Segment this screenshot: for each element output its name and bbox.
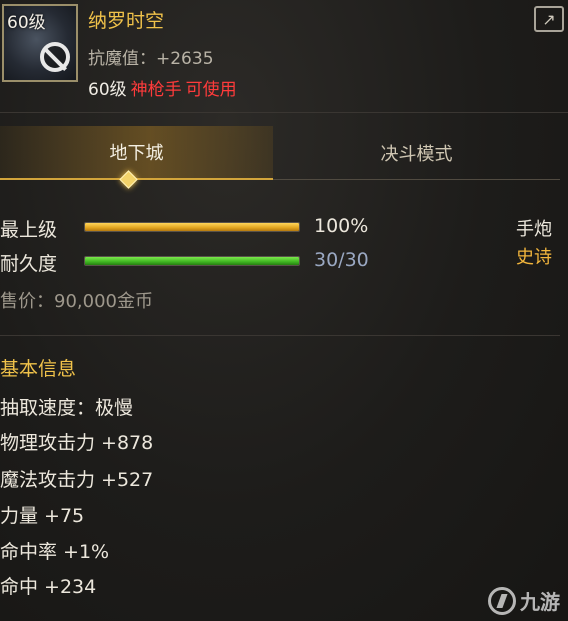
upgrade-value: 100% bbox=[314, 215, 369, 237]
durability-value: 30/30 bbox=[314, 249, 369, 271]
share-button[interactable]: ↗ bbox=[534, 6, 564, 32]
watermark-logo-icon bbox=[488, 586, 516, 615]
item-level-badge: 60级 bbox=[7, 13, 46, 33]
upgrade-bar-fill bbox=[85, 223, 299, 231]
stat-accuracy: 命中 +234 bbox=[0, 576, 97, 598]
weapon-type: 手炮 bbox=[516, 219, 552, 240]
rarity-label: 史诗 bbox=[516, 247, 552, 268]
stat-magic-attack: 魔法攻击力 +527 bbox=[0, 469, 154, 491]
tab-dungeon[interactable]: 地下城 bbox=[0, 126, 273, 180]
sell-price: 售价：90,000金币 bbox=[0, 291, 153, 312]
stat-physical-attack: 物理攻击力 +878 bbox=[0, 432, 154, 454]
watermark: 九游 bbox=[488, 586, 560, 615]
tab-duel-mode[interactable]: 决斗模式 bbox=[273, 126, 560, 180]
watermark-text: 九游 bbox=[520, 590, 560, 614]
stat-draw-speed: 抽取速度：极慢 bbox=[0, 397, 134, 419]
upgrade-label: 最上级 bbox=[0, 219, 58, 241]
section-title-basic-info: 基本信息 bbox=[0, 358, 77, 380]
item-name: 纳罗时空 bbox=[88, 10, 165, 32]
durability-bar bbox=[84, 256, 300, 266]
usable-status: 可使用 bbox=[185, 80, 237, 100]
durability-label: 耐久度 bbox=[0, 253, 58, 275]
stat-hit-rate: 命中率 +1% bbox=[0, 541, 110, 563]
durability-bar-fill bbox=[85, 257, 299, 265]
required-class: 神枪手 bbox=[130, 80, 182, 100]
divider bbox=[0, 112, 568, 113]
ban-icon bbox=[40, 42, 70, 72]
stat-strength: 力量 +75 bbox=[0, 505, 85, 527]
required-level: 60级 bbox=[88, 80, 127, 100]
share-icon: ↗ bbox=[542, 9, 556, 29]
anti-magic-value: 抗魔值：+2635 bbox=[88, 49, 214, 69]
upgrade-bar bbox=[84, 222, 300, 232]
divider bbox=[0, 335, 560, 336]
item-icon: 60级 bbox=[2, 4, 78, 82]
requirement-line: 60级 神枪手 可使用 bbox=[88, 75, 237, 100]
